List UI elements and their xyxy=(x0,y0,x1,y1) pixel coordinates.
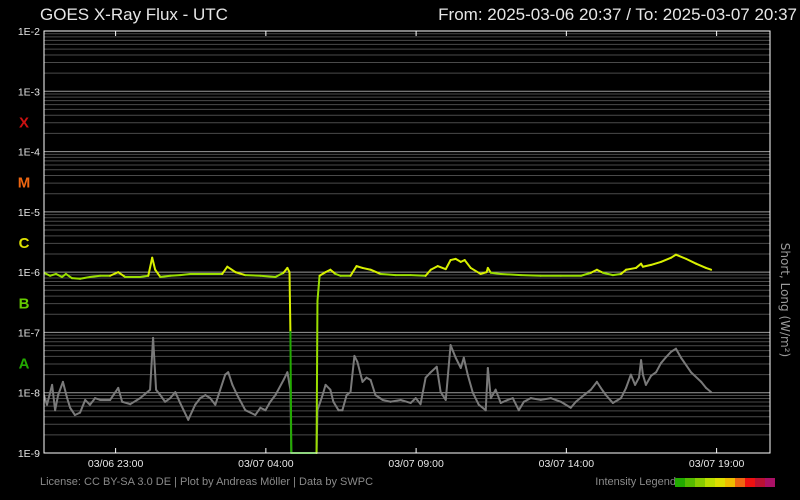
y-tick-label: 1E-8 xyxy=(18,388,40,400)
intensity-legend-label: Intensity Legend xyxy=(595,476,676,488)
y-tick-label: 1E-6 xyxy=(18,267,40,279)
date-range: From: 2025-03-06 20:37 / To: 2025-03-07 … xyxy=(438,5,797,24)
long-series-segment xyxy=(409,274,427,277)
flare-class-c: C xyxy=(19,235,30,252)
long-series-segment xyxy=(139,274,150,278)
y-tick-label: 1E-2 xyxy=(18,26,40,38)
intensity-legend-swatch xyxy=(765,478,775,487)
flare-class-m: M xyxy=(18,175,31,192)
long-series-segment xyxy=(288,271,292,333)
intensity-legend-swatch xyxy=(745,478,755,487)
y-tick-label: 1E-7 xyxy=(18,327,40,339)
x-tick-label: 03/07 04:00 xyxy=(238,458,294,470)
intensity-legend-swatch xyxy=(755,478,765,487)
long-series-segment xyxy=(489,271,502,275)
long-series-segment xyxy=(88,274,102,278)
long-series-segment xyxy=(70,277,82,280)
intensity-legend-swatch xyxy=(685,478,695,487)
background xyxy=(0,0,800,500)
flare-class-b: B xyxy=(19,295,30,312)
long-series-segment xyxy=(519,274,542,277)
intensity-legend-swatch xyxy=(705,478,715,487)
intensity-legend-swatch xyxy=(715,478,725,487)
x-tick-label: 03/06 23:00 xyxy=(88,458,144,470)
x-tick-label: 03/07 14:00 xyxy=(539,458,595,470)
y-tick-label: 1E-3 xyxy=(18,86,40,98)
long-series-segment xyxy=(499,272,522,277)
intensity-legend-swatch xyxy=(695,478,705,487)
intensity-legend-swatch xyxy=(725,478,735,487)
chart-title: GOES X-Ray Flux - UTC xyxy=(40,5,228,24)
long-series-segment xyxy=(159,274,172,278)
long-series-segment xyxy=(244,274,262,277)
long-series-segment xyxy=(259,274,277,278)
long-series-segment xyxy=(289,330,293,454)
x-tick-label: 03/07 09:00 xyxy=(388,458,444,470)
goes-xray-flux-chart: GOES X-Ray Flux - UTC From: 2025-03-06 2… xyxy=(0,0,800,500)
flare-class-x: X xyxy=(19,114,29,131)
intensity-legend-swatch xyxy=(675,478,685,487)
intensity-legend xyxy=(675,478,775,487)
long-series-segment xyxy=(611,272,622,277)
license-text: License: CC BY-SA 3.0 DE | Plot by Andre… xyxy=(40,476,373,488)
flare-class-a: A xyxy=(19,356,30,373)
intensity-legend-swatch xyxy=(735,478,745,487)
long-series-segment xyxy=(179,272,192,277)
y-tick-label: 1E-5 xyxy=(18,207,40,219)
long-series-segment xyxy=(379,272,397,277)
y-tick-label: 1E-9 xyxy=(18,448,40,460)
x-tick-label: 03/07 19:00 xyxy=(689,458,745,470)
y-tick-label: 1E-4 xyxy=(18,147,40,159)
y-axis-label: Short, Long (W/m²) xyxy=(778,243,792,357)
long-series-segment xyxy=(169,274,182,277)
long-series-segment xyxy=(315,300,319,454)
